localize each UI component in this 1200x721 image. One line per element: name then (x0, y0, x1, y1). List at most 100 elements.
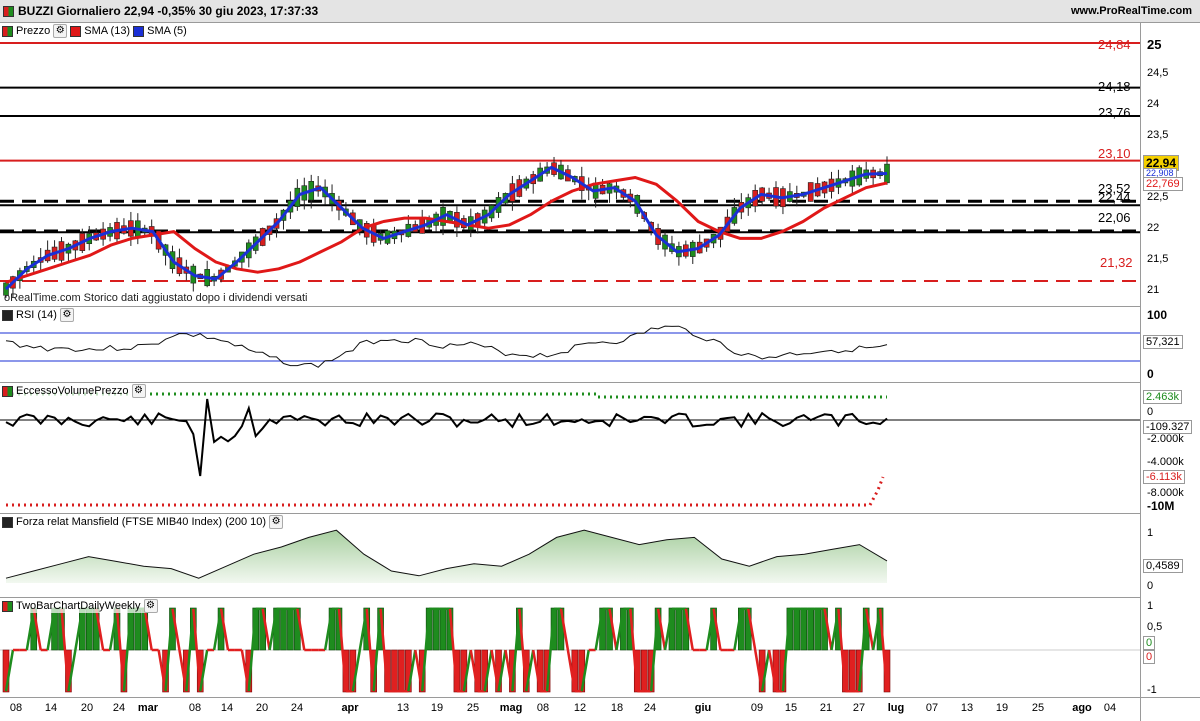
price-axis[interactable]: 25 24,5 24 23,5 22,5 22 21,5 21 22,94 22… (1140, 22, 1200, 306)
level-label: 23,10 (1098, 146, 1131, 161)
y-tick: 24 (1147, 98, 1160, 110)
x-tick-label: 08 (188, 702, 202, 714)
volume-label: EccessoVolumePrezzo (16, 385, 129, 397)
x-tick-label: 04 (1103, 702, 1117, 714)
price-series-icon (2, 25, 13, 37)
axis-corner (1140, 697, 1200, 721)
price-chart (0, 41, 1140, 298)
x-tick-label: 07 (925, 702, 939, 714)
volume-value-badge: -109.327 (1143, 420, 1193, 434)
sma13-swatch (70, 25, 82, 37)
volume-lower-badge: -6.113k (1143, 470, 1185, 484)
mansfield-label: Forza relat Mansfield (FTSE MIB40 Index)… (16, 516, 267, 528)
wrench-icon[interactable]: ⚙ (59, 308, 74, 322)
indicator-icon (2, 385, 13, 397)
twobar-green-badge: 0 (1143, 636, 1156, 650)
y-tick: 25 (1147, 37, 1162, 52)
level-label: 22,44 (1098, 190, 1131, 205)
volume-axis[interactable]: 2.463k 0 -109.327 -2.000k -4.000k -6.113… (1140, 382, 1200, 513)
wrench-icon[interactable]: ⚙ (53, 24, 68, 38)
twobar-up-bar (287, 607, 294, 651)
title-bar: BUZZI Giornaliero 22,94 -0,35% 30 giu 20… (0, 0, 1200, 23)
legend-sma13: SMA (13) (84, 25, 131, 37)
twobar-up-bar (432, 607, 440, 651)
wrench-icon[interactable]: ⚙ (131, 384, 146, 398)
twobar-chart (0, 607, 1140, 693)
legend-price: Prezzo (16, 25, 51, 37)
x-tick-label: 25 (466, 702, 480, 714)
wrench-icon[interactable]: ⚙ (143, 599, 158, 613)
twobar-up-bar (793, 607, 801, 651)
x-tick-label: 20 (255, 702, 269, 714)
volume-chart (0, 392, 1140, 507)
y-tick: 22 (1147, 222, 1160, 234)
watermark: oRealTime.com Storico dati aggiustato do… (4, 292, 308, 304)
twobar-down-bar (849, 649, 856, 693)
x-tick-label: 25 (1031, 702, 1045, 714)
x-tick-label: 15 (784, 702, 798, 714)
rsi-chart (0, 325, 1140, 368)
rsi-legend: RSI (14) ⚙ (2, 308, 74, 322)
x-tick-label: 24 (643, 702, 657, 714)
y-tick: 21 (1147, 284, 1160, 296)
x-tick-label: ago (1072, 702, 1092, 714)
rsi-label: RSI (14) (16, 309, 57, 321)
price-legend: Prezzo ⚙ SMA (13) SMA (5) (2, 24, 187, 38)
x-tick-label: 19 (995, 702, 1009, 714)
twobar-up-bar (675, 607, 683, 651)
twobar-legend: TwoBarChartDailyWeekly ⚙ (2, 599, 158, 613)
twobar-up-bar (280, 607, 287, 651)
twobar-down-bar (640, 649, 648, 693)
rsi-value-badge: 57,321 (1143, 335, 1183, 349)
twobar-up-bar (800, 607, 808, 651)
y-tick: 22,5 (1147, 191, 1169, 203)
x-tick-label: 13 (396, 702, 410, 714)
level-label: 24,84 (1098, 37, 1131, 52)
site-link[interactable]: www.ProRealTime.com (1071, 5, 1192, 17)
twobar-up-bar (814, 607, 821, 651)
sma13-badge: 22,769 (1143, 177, 1183, 191)
x-tick-label: giu (694, 702, 712, 714)
wrench-icon[interactable]: ⚙ (269, 515, 284, 529)
x-tick-label: 19 (430, 702, 444, 714)
x-tick-label: 18 (610, 702, 624, 714)
volume-legend: EccessoVolumePrezzo ⚙ (2, 384, 146, 398)
twobar-up-bar (134, 607, 142, 651)
y-tick: 0 (1147, 580, 1154, 592)
x-tick-label: 12 (573, 702, 587, 714)
mansfield-axis[interactable]: 1 0,4589 0 (1140, 513, 1200, 597)
x-axis[interactable]: 08 14 20 24 mar 08 14 20 24 apr 13 19 25 mag 08 12 18 24 g… (0, 697, 1140, 721)
twobar-up-bar (85, 607, 93, 651)
mansfield-panel[interactable]: Forza relat Mansfield (FTSE MIB40 Index)… (0, 513, 1140, 598)
y-tick: -2.000k (1147, 433, 1184, 445)
twobar-down-bar (398, 649, 405, 693)
mansfield-value-badge: 0,4589 (1143, 559, 1183, 573)
x-tick-label: 14 (220, 702, 234, 714)
x-tick-label: 13 (960, 702, 974, 714)
twobar-down-bar (391, 649, 398, 693)
y-tick: -10M (1147, 499, 1175, 513)
indicator-icon (2, 309, 13, 321)
y-tick: -4.000k (1147, 456, 1184, 468)
rsi-axis[interactable]: 100 57,321 0 (1140, 306, 1200, 382)
mansfield-area (6, 530, 887, 583)
x-tick-label: 24 (290, 702, 304, 714)
twobar-up-bar (439, 607, 447, 651)
x-tick-label: 09 (750, 702, 764, 714)
volume-upper-badge: 2.463k (1143, 390, 1183, 404)
indicator-icon (2, 600, 13, 612)
twobar-axis[interactable]: 1 0,5 0 0 -1 (1140, 597, 1200, 697)
chart-title: BUZZI Giornaliero 22,94 -0,35% 30 giu 20… (18, 4, 319, 18)
y-tick: 1 (1147, 600, 1154, 612)
volume-line (5, 398, 888, 477)
volume-panel[interactable]: EccessoVolumePrezzo ⚙ (0, 382, 1140, 514)
level-label: 24,18 (1098, 79, 1131, 94)
level-label: 23,76 (1098, 105, 1131, 120)
y-tick: 23,5 (1147, 129, 1169, 141)
y-tick: -1 (1147, 684, 1157, 696)
rsi-panel[interactable]: RSI (14) ⚙ (0, 306, 1140, 383)
y-tick: 0 (1147, 367, 1154, 381)
price-panel[interactable]: Prezzo ⚙ SMA (13) SMA (5) oRealTime.com … (0, 22, 1140, 307)
twobar-panel[interactable]: TwoBarChartDailyWeekly ⚙ (0, 597, 1140, 698)
indicator-icon (2, 516, 13, 528)
